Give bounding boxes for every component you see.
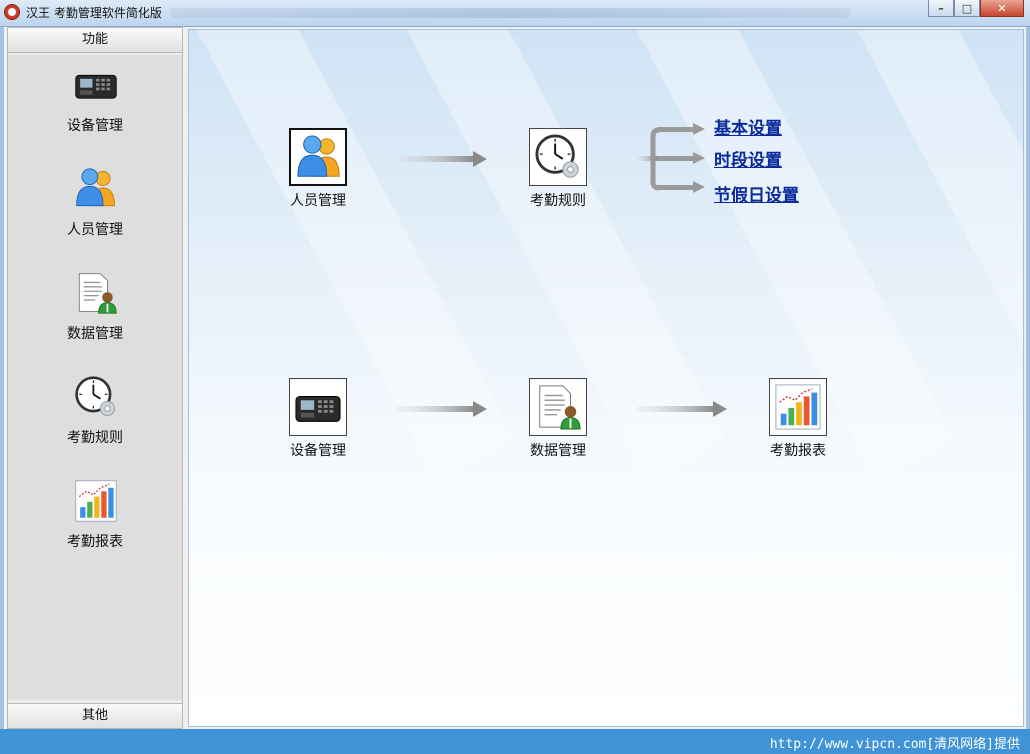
- node-icon-frame: [529, 128, 587, 186]
- device-terminal-icon: [294, 383, 342, 431]
- flow-arrow-right-icon: [397, 151, 487, 167]
- sidebar-item-label: 人员管理: [67, 222, 123, 238]
- sidebar-footer-other[interactable]: 其他: [8, 703, 182, 728]
- link-time-period-settings[interactable]: 时段设置: [714, 146, 782, 171]
- flow-arrow-right-icon: [637, 401, 727, 417]
- workflow-panel: 人员管理 考勤规则 基本设置 时段设置 节假日设置 设备管理 数据管理 考勤报表: [188, 29, 1024, 727]
- node-icon-frame: [769, 378, 827, 436]
- app-logo-icon: [4, 4, 20, 20]
- device-terminal-icon: [74, 63, 118, 107]
- maximize-button[interactable]: □: [954, 0, 980, 17]
- flow-node-data-management[interactable]: 数据管理: [518, 378, 598, 460]
- sidebar-item-label: 考勤规则: [67, 430, 123, 446]
- client-area: 功能 设备管理 人员管理 数据管理 考勤规则 考勤报表 其他 人员管理 考勤规则…: [4, 27, 1026, 729]
- sidebar-item-device-management[interactable]: 设备管理: [8, 55, 182, 147]
- bar-chart-icon: [774, 383, 822, 431]
- clock-icon: [74, 375, 118, 419]
- sidebar-body: 设备管理 人员管理 数据管理 考勤规则 考勤报表: [8, 55, 182, 700]
- flow-node-personnel-management[interactable]: 人员管理: [278, 128, 358, 210]
- node-label: 人员管理: [290, 193, 346, 209]
- sidebar-item-label: 设备管理: [67, 118, 123, 134]
- window-title: 汉王 考勤管理软件简化版: [26, 6, 162, 20]
- data-document-icon: [534, 383, 582, 431]
- node-icon-frame: [529, 378, 587, 436]
- function-sidebar: 功能 设备管理 人员管理 数据管理 考勤规则 考勤报表 其他: [7, 27, 183, 729]
- sidebar-item-label: 数据管理: [67, 326, 123, 342]
- minimize-button[interactable]: –: [928, 0, 954, 17]
- sidebar-item-data-management[interactable]: 数据管理: [8, 263, 182, 355]
- sidebar-item-attendance-rules[interactable]: 考勤规则: [8, 367, 182, 459]
- flow-arrow-right-icon: [397, 401, 487, 417]
- sidebar-item-label: 考勤报表: [67, 534, 123, 550]
- window-controls: – □ ✕: [928, 0, 1024, 17]
- node-label: 数据管理: [530, 443, 586, 459]
- node-label: 设备管理: [290, 443, 346, 459]
- status-text: http://www.vipcn.com[清风网络]提供: [769, 737, 1020, 752]
- node-icon-frame: [289, 128, 347, 186]
- people-icon: [295, 134, 343, 182]
- clock-icon: [534, 133, 582, 181]
- sidebar-header-functions[interactable]: 功能: [8, 28, 182, 53]
- link-basic-settings[interactable]: 基本设置: [714, 114, 782, 139]
- link-holiday-settings[interactable]: 节假日设置: [714, 181, 799, 206]
- close-button[interactable]: ✕: [980, 0, 1024, 17]
- node-icon-frame: [289, 378, 347, 436]
- blurred-title-region: [170, 8, 850, 18]
- node-label: 考勤报表: [770, 443, 826, 459]
- sidebar-item-attendance-report[interactable]: 考勤报表: [8, 471, 182, 563]
- flow-node-attendance-rules[interactable]: 考勤规则: [518, 128, 598, 210]
- bar-chart-icon: [74, 479, 118, 523]
- data-document-icon: [74, 271, 118, 315]
- flow-branch-arrow-icon: [637, 123, 705, 193]
- flow-node-device-management[interactable]: 设备管理: [278, 378, 358, 460]
- sidebar-item-personnel-management[interactable]: 人员管理: [8, 159, 182, 251]
- title-bar[interactable]: 汉王 考勤管理软件简化版 – □ ✕: [0, 0, 1030, 27]
- app-window: 汉王 考勤管理软件简化版 – □ ✕ 功能 设备管理 人员管理 数据管理 考勤规…: [0, 0, 1030, 754]
- node-label: 考勤规则: [530, 193, 586, 209]
- people-icon: [74, 167, 118, 211]
- status-bar: http://www.vipcn.com[清风网络]提供: [0, 729, 1030, 754]
- flow-node-attendance-report[interactable]: 考勤报表: [758, 378, 838, 460]
